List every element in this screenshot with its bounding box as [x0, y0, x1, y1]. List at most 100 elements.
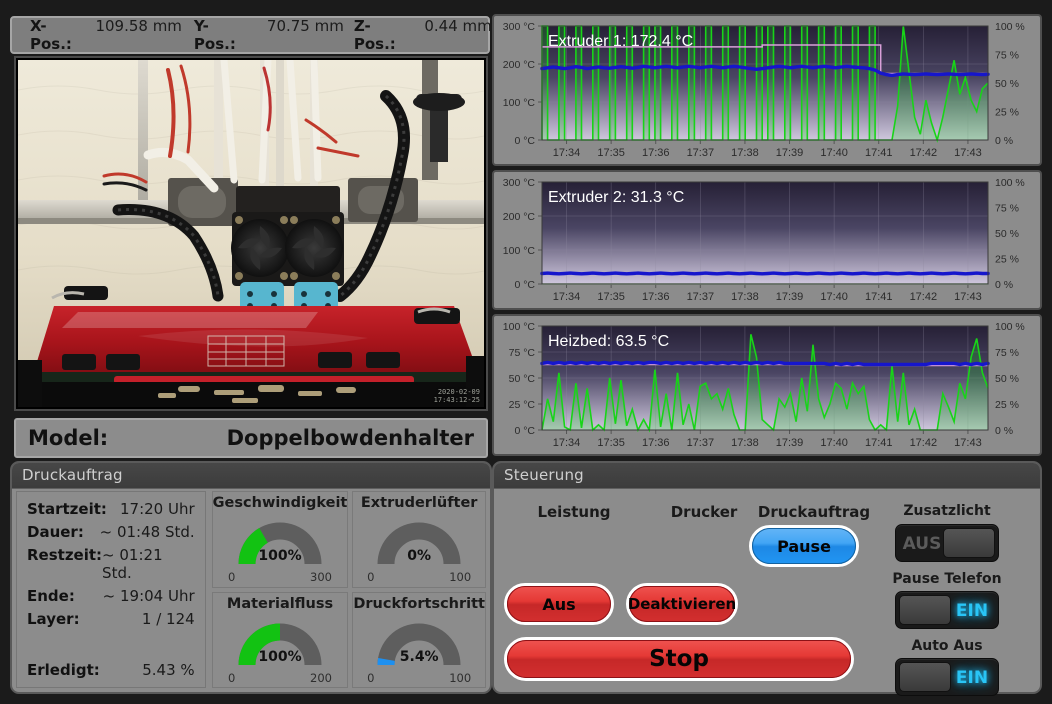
x-axis-tick-label: 17:34 [553, 291, 581, 303]
toggle-knob [899, 662, 951, 692]
webcam-view[interactable]: 2020-02-09 17:43:12-25 [14, 56, 488, 411]
printer-dashboard: X-Pos.: 109.58 mm Y-Pos.: 70.75 mm Z-Pos… [0, 0, 1052, 704]
job-row-key: Startzeit: [27, 500, 107, 518]
y2-axis-tick-label: 75 % [995, 203, 1019, 215]
gauge-value: 0% [407, 548, 432, 564]
y-axis-tick-label: 75 °C [509, 347, 536, 359]
model-label: Model: [28, 426, 109, 450]
y2-axis-tick-label: 50 % [995, 373, 1019, 385]
x-axis-tick-label: 17:43 [954, 437, 982, 449]
gauge-max-label: 100 [449, 670, 472, 685]
gauge-min-label: 0 [367, 670, 375, 685]
x-axis-tick-label: 17:40 [820, 437, 848, 449]
gauge-min-label: 0 [228, 570, 236, 584]
y-axis-tick-label: 300 °C [503, 21, 536, 33]
x-axis-tick-label: 17:35 [597, 437, 625, 449]
y-axis-tick-label: 25 °C [509, 399, 536, 411]
x-position-label: X-Pos.: [30, 17, 72, 53]
gauge-dial: 100% 0 300 [226, 514, 334, 584]
toggle-zusatzlicht[interactable]: AUS [895, 524, 999, 562]
x-axis-tick-label: 17:41 [865, 291, 893, 303]
x-axis-tick-label: 17:36 [642, 147, 670, 159]
toggle-caption-zusatzlicht: Zusatzlicht [903, 503, 991, 519]
y2-axis-tick-label: 100 % [995, 177, 1025, 189]
y2-axis-tick-label: 75 % [995, 347, 1019, 359]
y2-axis-tick-label: 75 % [995, 50, 1019, 62]
x-axis-tick-label: 17:34 [553, 437, 581, 449]
stop-button[interactable]: Stop [504, 637, 854, 681]
webcam-timestamp-date: 2020-02-09 [437, 388, 480, 396]
webcam-image: 2020-02-09 17:43:12-25 [18, 60, 484, 407]
x-axis-tick-label: 17:42 [910, 291, 938, 303]
y-axis-tick-label: 200 °C [503, 211, 536, 223]
y-position: Y-Pos.: 70.75 mm [194, 17, 344, 53]
gauge-dial: 0% 0 100 [365, 514, 473, 584]
job-row-value: ~ 01:21 Std. [102, 546, 163, 582]
gauge-min-label: 0 [367, 570, 375, 584]
webcam-timestamp-time: 17:43:12-25 [433, 396, 480, 404]
job-done-label: Erledigt: [27, 661, 100, 679]
chart-canvas: 0 °C 25 °C 50 °C 75 °C 100 °C 0 % 25 % 50 % 75 %… [503, 321, 1025, 449]
chart-extruder-1[interactable]: 0 °C 100 °C 200 °C 300 °C 0 % 25 % 50 % 75 % 100… [492, 14, 1042, 166]
print-job-title: Druckauftrag [12, 463, 490, 489]
print-job-panel: Druckauftrag Startzeit: 17:20 Uhr Dauer:… [10, 461, 492, 694]
y-axis-tick-label: 100 °C [503, 245, 536, 257]
chart-extruder-2[interactable]: 0 °C 100 °C 200 °C 300 °C 0 % 25 % 50 % 75 % 100… [492, 170, 1042, 310]
x-axis-tick-label: 17:36 [642, 437, 670, 449]
y-position-value: 70.75 mm [266, 17, 344, 35]
chart-heatbed[interactable]: 0 °C 25 °C 50 °C 75 °C 100 °C 0 % 25 % 50 % 75 %… [492, 314, 1042, 456]
toggle-pause-telefon[interactable]: EIN [895, 591, 999, 629]
print-job-info: Startzeit: 17:20 Uhr Dauer: ~ 01:48 Std.… [16, 491, 206, 688]
chart-canvas: 0 °C 100 °C 200 °C 300 °C 0 % 25 % 50 % 75 % 100… [503, 21, 1025, 159]
x-axis-tick-label: 17:41 [865, 437, 893, 449]
x-axis-tick-label: 17:40 [820, 147, 848, 159]
x-axis-tick-label: 17:36 [642, 291, 670, 303]
position-bar: X-Pos.: 109.58 mm Y-Pos.: 70.75 mm Z-Pos… [10, 16, 492, 54]
pause-button[interactable]: Pause [749, 525, 859, 567]
x-axis-tick-label: 17:38 [731, 291, 759, 303]
control-panel-title: Steuerung [494, 463, 1040, 489]
job-done-value: 5.43 % [142, 661, 195, 679]
x-axis-tick-label: 17:39 [776, 147, 804, 159]
job-row-restzeit: Restzeit: ~ 01:21 Std. [27, 546, 195, 582]
gauge-extruderluefter: Extruderlüfter 0% 0 100 [352, 491, 486, 588]
job-row-value: ~ 19:04 Uhr [102, 587, 195, 605]
y-axis-tick-label: 100 °C [503, 97, 536, 109]
gauge-name: Druckfortschritt [353, 595, 485, 612]
gauge-materialfluss: Materialfluss 100% 0 200 [211, 591, 349, 688]
column-header-leistung: Leistung [537, 503, 611, 521]
y-axis-tick-label: 100 °C [503, 321, 536, 333]
control-panel: Steuerung Leistung Drucker Druckauftrag … [492, 461, 1042, 696]
job-row-key: Ende: [27, 587, 75, 605]
toggle-knob [943, 528, 995, 558]
y-axis-tick-label: 0 °C [514, 279, 535, 291]
toggle-auto-aus[interactable]: EIN [895, 658, 999, 696]
x-axis-tick-label: 17:35 [597, 291, 625, 303]
printer-photo [18, 60, 484, 407]
gauge-value: 100% [258, 648, 302, 665]
y2-axis-tick-label: 0 % [995, 135, 1013, 147]
gauge-dial: 100% 0 200 [226, 615, 334, 685]
gauge-max-label: 300 [310, 570, 332, 584]
y-axis-tick-label: 0 °C [514, 135, 535, 147]
y2-axis-tick-label: 100 % [995, 321, 1025, 333]
x-axis-tick-label: 17:37 [687, 437, 715, 449]
y2-axis-tick-label: 100 % [995, 21, 1025, 33]
y2-axis-tick-label: 50 % [995, 78, 1019, 90]
toggle-caption-auto-aus: Auto Aus [911, 638, 983, 654]
gauge-name: Geschwindigkeit [212, 495, 348, 511]
gauge-dial: 5.4% 0 100 [365, 615, 473, 685]
job-row-ende: Ende: ~ 19:04 Uhr [27, 587, 195, 605]
job-row-key: Dauer: [27, 523, 84, 541]
toggle-caption-pause-telefon: Pause Telefon [892, 571, 1002, 587]
power-off-button[interactable]: Aus [504, 583, 614, 625]
y-axis-tick-label: 200 °C [503, 59, 536, 71]
model-bar: Model: Doppelbowdenhalter [14, 418, 488, 458]
job-row-value: 1 / 124 [141, 610, 195, 628]
y2-axis-tick-label: 0 % [995, 279, 1013, 291]
x-axis-tick-label: 17:43 [954, 291, 982, 303]
toggle-state-label: EIN [955, 601, 989, 621]
gauge-name: Materialfluss [226, 595, 334, 612]
deactivate-button[interactable]: Deaktivieren [626, 583, 738, 625]
gauge-grid: Geschwindigkeit 100% 0 300 Extruderlüfter 0% 0… [211, 491, 486, 688]
